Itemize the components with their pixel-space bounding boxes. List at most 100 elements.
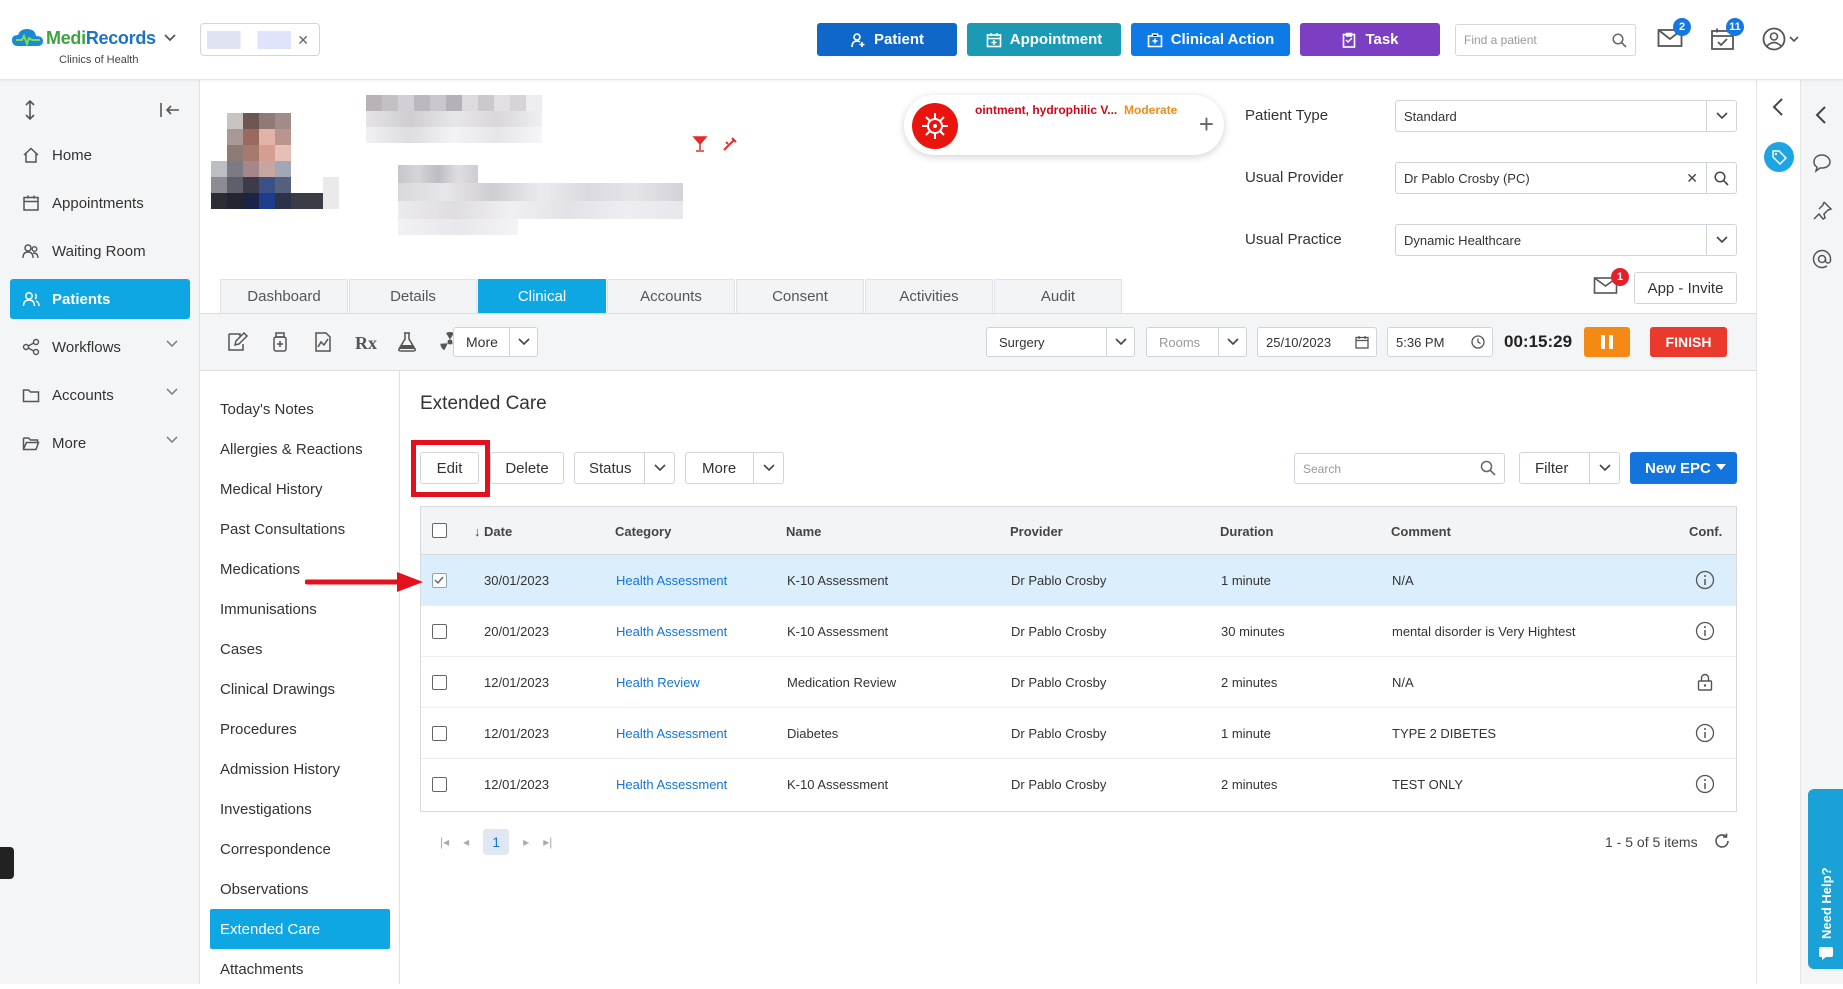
chevron-down-icon[interactable] bbox=[1106, 328, 1134, 356]
select-all-checkbox[interactable] bbox=[432, 523, 447, 538]
subnav-cases[interactable]: Cases bbox=[210, 629, 390, 669]
row-checkbox[interactable] bbox=[432, 777, 447, 792]
chevron-down-icon[interactable] bbox=[644, 453, 674, 483]
subnav-investigations[interactable]: Investigations bbox=[210, 789, 390, 829]
new-task-button[interactable]: Task bbox=[1300, 23, 1440, 56]
prescription-icon[interactable]: Rx bbox=[353, 330, 377, 354]
table-row[interactable]: 12/01/2023 Health Assessment K-10 Assess… bbox=[421, 759, 1736, 810]
subnav-todays-notes[interactable]: Today's Notes bbox=[210, 389, 390, 429]
chevron-left-icon[interactable] bbox=[1768, 96, 1790, 118]
patient-messages-button[interactable]: 1 bbox=[1593, 268, 1629, 298]
subnav-procedures[interactable]: Procedures bbox=[210, 709, 390, 749]
edit-notes-icon[interactable] bbox=[225, 330, 249, 354]
tab-consent[interactable]: Consent bbox=[736, 279, 864, 313]
table-row[interactable]: 20/01/2023 Health Assessment K-10 Assess… bbox=[421, 606, 1736, 657]
refresh-icon[interactable] bbox=[1713, 832, 1731, 850]
allergy-alert-card[interactable]: ointment, hydrophilic V... Moderate + bbox=[904, 95, 1224, 155]
subnav-attachments[interactable]: Attachments bbox=[210, 949, 390, 989]
tasks-button[interactable]: 11 bbox=[1710, 18, 1744, 53]
col-name[interactable]: Name bbox=[786, 524, 821, 539]
search-icon[interactable] bbox=[1480, 460, 1496, 476]
sidebar-item-patients[interactable]: Patients bbox=[10, 279, 190, 319]
sort-desc-icon[interactable]: ↓ bbox=[474, 524, 481, 539]
chat-icon[interactable] bbox=[1811, 152, 1833, 174]
info-icon[interactable] bbox=[1695, 621, 1715, 641]
new-epc-button[interactable]: New EPC bbox=[1630, 452, 1737, 484]
tab-accounts[interactable]: Accounts bbox=[607, 279, 735, 313]
side-drawer-handle[interactable] bbox=[0, 847, 14, 879]
clinical-action-button[interactable]: Clinical Action bbox=[1131, 23, 1290, 56]
chevron-left-icon[interactable] bbox=[1811, 104, 1833, 126]
sidebar-item-accounts[interactable]: Accounts bbox=[10, 375, 190, 415]
tab-details[interactable]: Details bbox=[349, 279, 477, 313]
subnav-clinical-drawings[interactable]: Clinical Drawings bbox=[210, 669, 390, 709]
brand-logo[interactable]: MediRecords Clinics of Health bbox=[10, 26, 176, 66]
col-category[interactable]: Category bbox=[615, 524, 671, 539]
at-sign-icon[interactable] bbox=[1811, 248, 1833, 270]
subnav-observations[interactable]: Observations bbox=[210, 869, 390, 909]
new-patient-button[interactable]: Patient bbox=[817, 23, 957, 56]
calendar-icon[interactable] bbox=[1348, 328, 1376, 356]
subnav-past-consultations[interactable]: Past Consultations bbox=[210, 509, 390, 549]
col-comment[interactable]: Comment bbox=[1391, 524, 1451, 539]
consult-date-input[interactable]: 25/10/2023 bbox=[1257, 327, 1377, 357]
expand-vertical-icon[interactable] bbox=[22, 100, 38, 120]
last-page-icon[interactable]: ▸| bbox=[543, 835, 552, 849]
pause-button[interactable] bbox=[1584, 327, 1630, 357]
chevron-down-icon[interactable] bbox=[509, 328, 537, 356]
info-icon[interactable] bbox=[1695, 570, 1715, 590]
cell-category-link[interactable]: Health Assessment bbox=[616, 624, 727, 639]
medication-bottle-icon[interactable] bbox=[268, 330, 292, 354]
next-page-icon[interactable]: ▸ bbox=[523, 835, 529, 849]
user-menu[interactable] bbox=[1762, 27, 1802, 53]
tag-button[interactable] bbox=[1764, 142, 1794, 172]
tab-clinical[interactable]: Clinical bbox=[478, 279, 606, 313]
subnav-correspondence[interactable]: Correspondence bbox=[210, 829, 390, 869]
patient-type-select[interactable]: Standard bbox=[1395, 100, 1737, 132]
chevron-down-icon[interactable] bbox=[1706, 225, 1736, 255]
sidebar-item-workflows[interactable]: Workflows bbox=[10, 327, 190, 367]
toolbar-more-dropdown[interactable]: More bbox=[453, 327, 538, 357]
chart-report-icon[interactable] bbox=[311, 330, 335, 354]
search-icon[interactable] bbox=[1612, 32, 1627, 48]
subnav-immunisations[interactable]: Immunisations bbox=[210, 589, 390, 629]
delete-button[interactable]: Delete bbox=[490, 452, 564, 484]
search-icon[interactable] bbox=[1706, 163, 1736, 193]
rooms-select[interactable]: Rooms bbox=[1146, 327, 1247, 357]
col-date[interactable]: Date bbox=[484, 524, 512, 539]
cell-category-link[interactable]: Health Assessment bbox=[616, 573, 727, 588]
usual-provider-select[interactable]: Dr Pablo Crosby (PC) ✕ bbox=[1395, 162, 1737, 194]
usual-practice-select[interactable]: Dynamic Healthcare bbox=[1395, 224, 1737, 256]
tab-audit[interactable]: Audit bbox=[994, 279, 1122, 313]
finish-button[interactable]: FINISH bbox=[1650, 327, 1727, 357]
col-duration[interactable]: Duration bbox=[1220, 524, 1273, 539]
surgery-select[interactable]: Surgery bbox=[986, 327, 1135, 357]
open-patient-tab[interactable]: ✕ bbox=[200, 23, 320, 56]
consult-time-input[interactable]: 5:36 PM bbox=[1387, 327, 1493, 357]
more-actions-dropdown[interactable]: More bbox=[685, 452, 784, 484]
filter-dropdown[interactable]: Filter bbox=[1519, 452, 1620, 484]
table-row[interactable]: 12/01/2023 Health Assessment Diabetes Dr… bbox=[421, 708, 1736, 759]
clock-icon[interactable] bbox=[1464, 328, 1492, 356]
cell-category-link[interactable]: Health Assessment bbox=[616, 726, 727, 741]
sidebar-item-waiting-room[interactable]: Waiting Room bbox=[10, 231, 190, 271]
row-checkbox[interactable] bbox=[432, 624, 447, 639]
cell-category-link[interactable]: Health Review bbox=[616, 675, 700, 690]
chevron-down-icon[interactable] bbox=[1218, 328, 1246, 356]
info-icon[interactable] bbox=[1695, 723, 1715, 743]
add-alert-icon[interactable]: + bbox=[1199, 109, 1214, 140]
sidebar-item-appointments[interactable]: Appointments bbox=[10, 183, 190, 223]
chevron-down-icon[interactable] bbox=[164, 34, 176, 42]
app-invite-button[interactable]: App - Invite bbox=[1634, 272, 1737, 304]
mail-button[interactable]: 2 bbox=[1657, 18, 1691, 53]
subnav-allergies[interactable]: Allergies & Reactions bbox=[210, 429, 390, 469]
new-appointment-button[interactable]: Appointment bbox=[967, 23, 1121, 56]
subnav-admission-history[interactable]: Admission History bbox=[210, 749, 390, 789]
chevron-down-icon[interactable] bbox=[753, 453, 783, 483]
clear-icon[interactable]: ✕ bbox=[1686, 170, 1698, 187]
col-provider[interactable]: Provider bbox=[1010, 524, 1063, 539]
prev-page-icon[interactable]: ◂ bbox=[463, 835, 469, 849]
pathology-flask-icon[interactable] bbox=[395, 330, 419, 354]
col-conf[interactable]: Conf. bbox=[1689, 524, 1722, 539]
status-dropdown[interactable]: Status bbox=[574, 452, 675, 484]
